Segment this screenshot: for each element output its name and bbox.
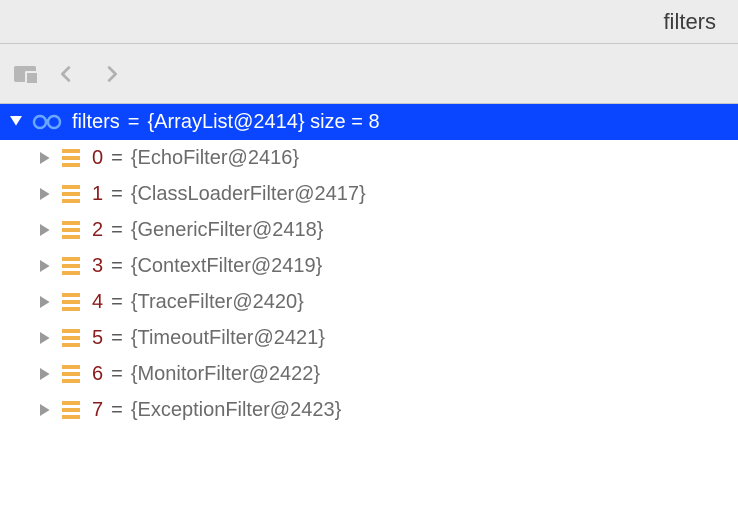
element-index: 3 bbox=[92, 255, 103, 278]
element-index: 7 bbox=[92, 399, 103, 422]
element-value: {MonitorFilter@2422} bbox=[131, 363, 320, 386]
element-value: {EchoFilter@2416} bbox=[131, 147, 299, 170]
equals-sign: = bbox=[111, 291, 123, 314]
tree-row[interactable]: 5 = {TimeoutFilter@2421} bbox=[0, 320, 738, 356]
disclosure-collapsed-icon[interactable] bbox=[38, 332, 54, 344]
tree-row[interactable]: 6 = {MonitorFilter@2422} bbox=[0, 356, 738, 392]
disclosure-collapsed-icon[interactable] bbox=[38, 296, 54, 308]
disclosure-collapsed-icon[interactable] bbox=[38, 152, 54, 164]
array-element-icon bbox=[62, 221, 80, 239]
array-element-icon bbox=[62, 257, 80, 275]
array-element-icon bbox=[62, 401, 80, 419]
element-value: {ClassLoaderFilter@2417} bbox=[131, 183, 366, 206]
disclosure-collapsed-icon[interactable] bbox=[38, 260, 54, 272]
watch-icon bbox=[32, 114, 62, 130]
element-value: {TimeoutFilter@2421} bbox=[131, 327, 325, 350]
window-title: filters bbox=[663, 9, 716, 35]
equals-sign: = bbox=[111, 399, 123, 422]
array-element-icon bbox=[62, 365, 80, 383]
element-index: 1 bbox=[92, 183, 103, 206]
tree-row[interactable]: 3 = {ContextFilter@2419} bbox=[0, 248, 738, 284]
tree-row[interactable]: 4 = {TraceFilter@2420} bbox=[0, 284, 738, 320]
disclosure-collapsed-icon[interactable] bbox=[38, 368, 54, 380]
title-bar: filters bbox=[0, 0, 738, 44]
tree-root-row[interactable]: filters = {ArrayList@2414} size = 8 bbox=[0, 104, 738, 140]
disclosure-expanded-icon[interactable] bbox=[8, 116, 24, 128]
array-element-icon bbox=[62, 329, 80, 347]
back-button[interactable] bbox=[54, 61, 80, 87]
variable-value: {ArrayList@2414} size = 8 bbox=[147, 111, 379, 134]
disclosure-collapsed-icon[interactable] bbox=[38, 404, 54, 416]
tree-row[interactable]: 0 = {EchoFilter@2416} bbox=[0, 140, 738, 176]
equals-sign: = bbox=[111, 183, 123, 206]
element-value: {GenericFilter@2418} bbox=[131, 219, 324, 242]
element-index: 4 bbox=[92, 291, 103, 314]
element-index: 2 bbox=[92, 219, 103, 242]
array-element-icon bbox=[62, 293, 80, 311]
equals-sign: = bbox=[128, 111, 140, 134]
disclosure-collapsed-icon[interactable] bbox=[38, 224, 54, 236]
arrow-left-icon bbox=[56, 63, 78, 85]
array-element-icon bbox=[62, 149, 80, 167]
element-value: {ContextFilter@2419} bbox=[131, 255, 323, 278]
equals-sign: = bbox=[111, 255, 123, 278]
new-watch-icon[interactable] bbox=[14, 66, 36, 82]
tree-row[interactable]: 2 = {GenericFilter@2418} bbox=[0, 212, 738, 248]
arrow-right-icon bbox=[100, 63, 122, 85]
equals-sign: = bbox=[111, 219, 123, 242]
toolbar bbox=[0, 44, 738, 104]
tree-row[interactable]: 1 = {ClassLoaderFilter@2417} bbox=[0, 176, 738, 212]
array-element-icon bbox=[62, 185, 80, 203]
equals-sign: = bbox=[111, 363, 123, 386]
element-index: 5 bbox=[92, 327, 103, 350]
variables-tree: filters = {ArrayList@2414} size = 8 0 = … bbox=[0, 104, 738, 428]
disclosure-collapsed-icon[interactable] bbox=[38, 188, 54, 200]
element-value: {TraceFilter@2420} bbox=[131, 291, 304, 314]
element-index: 6 bbox=[92, 363, 103, 386]
equals-sign: = bbox=[111, 147, 123, 170]
element-index: 0 bbox=[92, 147, 103, 170]
tree-row[interactable]: 7 = {ExceptionFilter@2423} bbox=[0, 392, 738, 428]
element-value: {ExceptionFilter@2423} bbox=[131, 399, 341, 422]
variable-name: filters bbox=[72, 111, 120, 134]
forward-button[interactable] bbox=[98, 61, 124, 87]
equals-sign: = bbox=[111, 327, 123, 350]
